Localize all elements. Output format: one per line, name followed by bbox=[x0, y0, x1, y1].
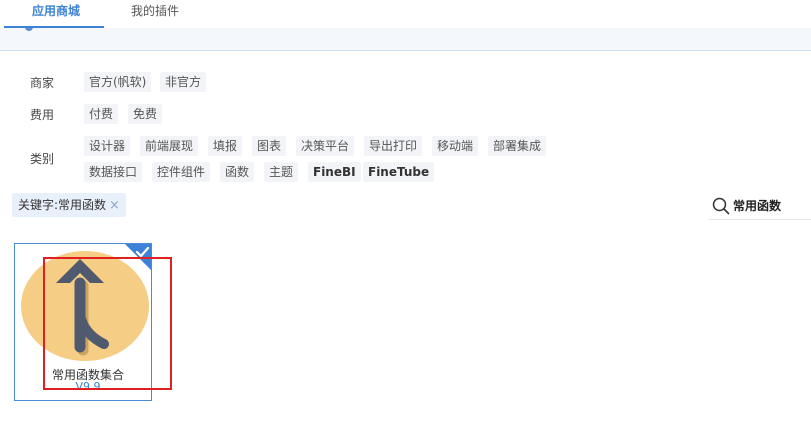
notice-bar bbox=[0, 28, 811, 51]
plugin-card[interactable]: 常用函数集合 V9.9 bbox=[14, 243, 152, 401]
filter-category-finebi[interactable]: FineBI bbox=[308, 162, 361, 182]
filter-category-finetube[interactable]: FineTube bbox=[363, 162, 435, 182]
filter-category-functions[interactable]: 函数 bbox=[220, 162, 255, 182]
filter-category-decision-platform[interactable]: 决策平台 bbox=[296, 136, 355, 156]
tab-bar: 应用商城 我的插件 bbox=[0, 0, 811, 30]
filter-category-designer[interactable]: 设计器 bbox=[84, 136, 131, 156]
category-filter-label: 类别 bbox=[30, 152, 55, 166]
filter-category-mobile[interactable]: 移动端 bbox=[432, 136, 479, 156]
info-icon bbox=[25, 28, 33, 31]
filter-fee-free[interactable]: 免费 bbox=[128, 104, 163, 124]
vendor-filter-label: 商家 bbox=[30, 76, 55, 90]
search-icon[interactable] bbox=[712, 197, 730, 215]
filter-vendor-unofficial[interactable]: 非官方 bbox=[160, 72, 207, 92]
filter-category-frontend[interactable]: 前端展现 bbox=[140, 136, 199, 156]
filter-category-fill[interactable]: 填报 bbox=[208, 136, 243, 156]
merge-arrow-icon bbox=[21, 251, 149, 361]
plugin-version: V9.9 bbox=[75, 380, 101, 393]
filter-category-deployment[interactable]: 部署集成 bbox=[488, 136, 547, 156]
filter-category-chart[interactable]: 图表 bbox=[252, 136, 287, 156]
search-input[interactable]: 常用函数 bbox=[708, 193, 811, 220]
filter-category-export-print[interactable]: 导出打印 bbox=[364, 136, 423, 156]
keyword-tag-label: 关键字:常用函数 bbox=[18, 198, 107, 212]
filter-category-widgets[interactable]: 控件组件 bbox=[152, 162, 211, 182]
tab-my-plugins[interactable]: 我的插件 bbox=[131, 2, 179, 19]
filter-vendor-official[interactable]: 官方(帆软) bbox=[84, 72, 152, 92]
fee-filter-label: 费用 bbox=[30, 108, 55, 122]
filter-category-data-interface[interactable]: 数据接口 bbox=[84, 162, 143, 182]
tab-app-store[interactable]: 应用商城 bbox=[32, 2, 80, 19]
close-icon[interactable]: × bbox=[109, 198, 120, 213]
search-value[interactable]: 常用函数 bbox=[733, 197, 781, 214]
filter-category-theme[interactable]: 主题 bbox=[264, 162, 299, 182]
keyword-filter-tag: 关键字:常用函数 × bbox=[12, 193, 126, 217]
filter-fee-paid[interactable]: 付费 bbox=[84, 104, 119, 124]
